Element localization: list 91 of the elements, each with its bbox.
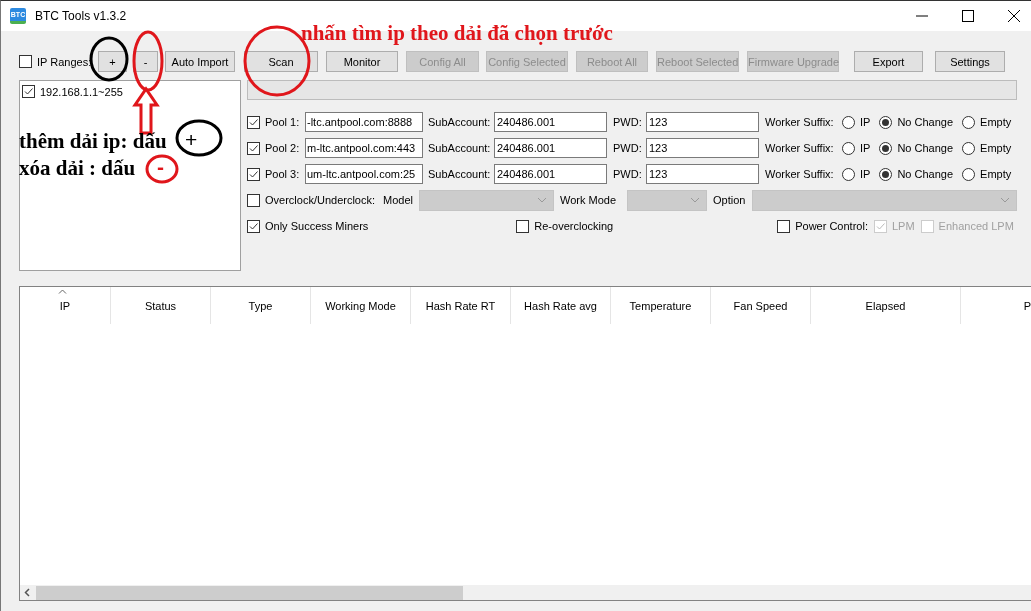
pool-url-field[interactable]: m-ltc.antpool.com:443 <box>305 138 423 158</box>
radio-label[interactable]: No Change <box>897 168 954 180</box>
radio-label[interactable]: IP <box>860 116 871 128</box>
worker-suffix-label: Worker Suffix: <box>765 116 835 128</box>
column-header[interactable]: IP <box>20 287 111 324</box>
radio-label[interactable]: IP <box>860 168 871 180</box>
toolbar-button[interactable]: Auto Import <box>165 51 235 72</box>
checkbox[interactable] <box>247 115 260 129</box>
subaccount-label: SubAccount: <box>428 142 492 154</box>
horizontal-scrollbar[interactable] <box>20 585 1031 600</box>
radio-button[interactable] <box>879 141 893 155</box>
column-header[interactable]: P <box>961 287 1031 324</box>
annotation-text: - <box>157 156 164 177</box>
chevron-icon <box>537 197 547 203</box>
subaccount-field[interactable]: 240486.001 <box>494 164 607 184</box>
scrollbar-thumb[interactable] <box>36 585 463 600</box>
ip-range-item[interactable]: 192.168.1.1~255 <box>40 85 123 98</box>
chevron-icon <box>1000 197 1010 203</box>
toolbar-button[interactable]: Export <box>854 51 923 72</box>
checkbox-label[interactable]: Only Success Miners <box>265 220 369 232</box>
radio-button[interactable] <box>962 167 976 181</box>
pool-label: Pool 3: <box>265 168 301 180</box>
annotation-text: xóa dải : dấu <box>19 158 136 179</box>
column-header[interactable]: Status <box>111 287 211 324</box>
checkbox[interactable] <box>777 219 791 233</box>
radio-button[interactable] <box>879 115 893 129</box>
annotation-circle <box>175 119 223 157</box>
radio-label[interactable]: No Change <box>897 142 954 154</box>
subaccount-label: SubAccount: <box>428 168 492 180</box>
window-title: BTC Tools v1.3.2 <box>35 9 127 23</box>
worker-suffix-label: Worker Suffix: <box>765 142 835 154</box>
column-header[interactable]: Type <box>211 287 311 324</box>
toolbar-button[interactable]: Settings <box>935 51 1005 72</box>
radio-label[interactable]: Empty <box>980 116 1012 128</box>
checkbox[interactable] <box>247 167 260 181</box>
radio-button[interactable] <box>879 167 893 181</box>
annotation-text: nhấn tìm ip theo dải đã chọn trước <box>301 23 613 44</box>
subaccount-field[interactable]: 240486.001 <box>494 112 607 132</box>
column-header[interactable]: Hash Rate avg <box>511 287 611 324</box>
radio-label[interactable]: Empty <box>980 142 1012 154</box>
column-header[interactable]: Hash Rate RT <box>411 287 511 324</box>
checkbox-label[interactable]: Re-overclocking <box>534 220 614 232</box>
password-field[interactable]: 123 <box>646 112 759 132</box>
subaccount-field[interactable]: 240486.001 <box>494 138 607 158</box>
model-label: Model <box>383 194 414 206</box>
radio-button[interactable] <box>962 115 976 129</box>
overclock-label: Overclock/Underclock: <box>265 194 377 206</box>
pool-label: Pool 1: <box>265 116 301 128</box>
toolbar-button[interactable]: Monitor <box>326 51 398 72</box>
option-label: Option <box>713 194 747 206</box>
subaccount-label: SubAccount: <box>428 116 492 128</box>
checkbox[interactable] <box>516 219 530 233</box>
toolbar-button[interactable]: Scan <box>244 51 318 72</box>
checkbox[interactable] <box>247 193 260 207</box>
checkbox[interactable] <box>247 141 260 155</box>
radio-label[interactable]: Empty <box>980 168 1012 180</box>
annotation-text: + <box>185 129 198 150</box>
annotation-circle <box>89 36 129 82</box>
radio-label[interactable]: IP <box>860 142 871 154</box>
pool-url-field[interactable]: um-ltc.antpool.com:25 <box>305 164 423 184</box>
chevron-icon <box>690 197 700 203</box>
checkbox[interactable] <box>247 219 260 233</box>
toolbar-button[interactable]: + <box>98 51 127 72</box>
scroll-left-icon[interactable] <box>23 586 32 599</box>
column-header[interactable]: Temperature <box>611 287 711 324</box>
radio-label[interactable]: No Change <box>897 116 954 128</box>
radio-button[interactable] <box>842 141 855 155</box>
column-header[interactable]: Elapsed <box>811 287 961 324</box>
column-header[interactable]: Fan Speed <box>711 287 811 324</box>
annotation-text: thêm dải ip: dấu <box>19 131 167 152</box>
checkbox-label[interactable]: Power Control: <box>795 220 868 232</box>
annotation-circle <box>145 154 179 184</box>
annotation-circle <box>132 30 164 92</box>
worker-suffix-label: Worker Suffix: <box>765 168 835 180</box>
column-header[interactable]: Working Mode <box>311 287 411 324</box>
password-field[interactable]: 123 <box>646 138 759 158</box>
pool-url-field[interactable]: -ltc.antpool.com:8888 <box>305 112 423 132</box>
password-field[interactable]: 123 <box>646 164 759 184</box>
radio-button[interactable] <box>842 115 855 129</box>
radio-button[interactable] <box>962 141 976 155</box>
checkbox[interactable] <box>19 55 32 68</box>
pool-label: Pool 2: <box>265 142 301 154</box>
work-mode-label: Work Mode <box>560 194 618 206</box>
sort-caret-icon <box>58 289 67 294</box>
pwd-label: PWD: <box>613 116 643 128</box>
maximize-icon[interactable] <box>961 9 975 23</box>
checkbox[interactable] <box>22 85 35 98</box>
close-icon[interactable] <box>1007 9 1021 23</box>
pwd-label: PWD: <box>613 168 643 180</box>
pwd-label: PWD: <box>613 142 643 154</box>
radio-button[interactable] <box>842 167 855 181</box>
